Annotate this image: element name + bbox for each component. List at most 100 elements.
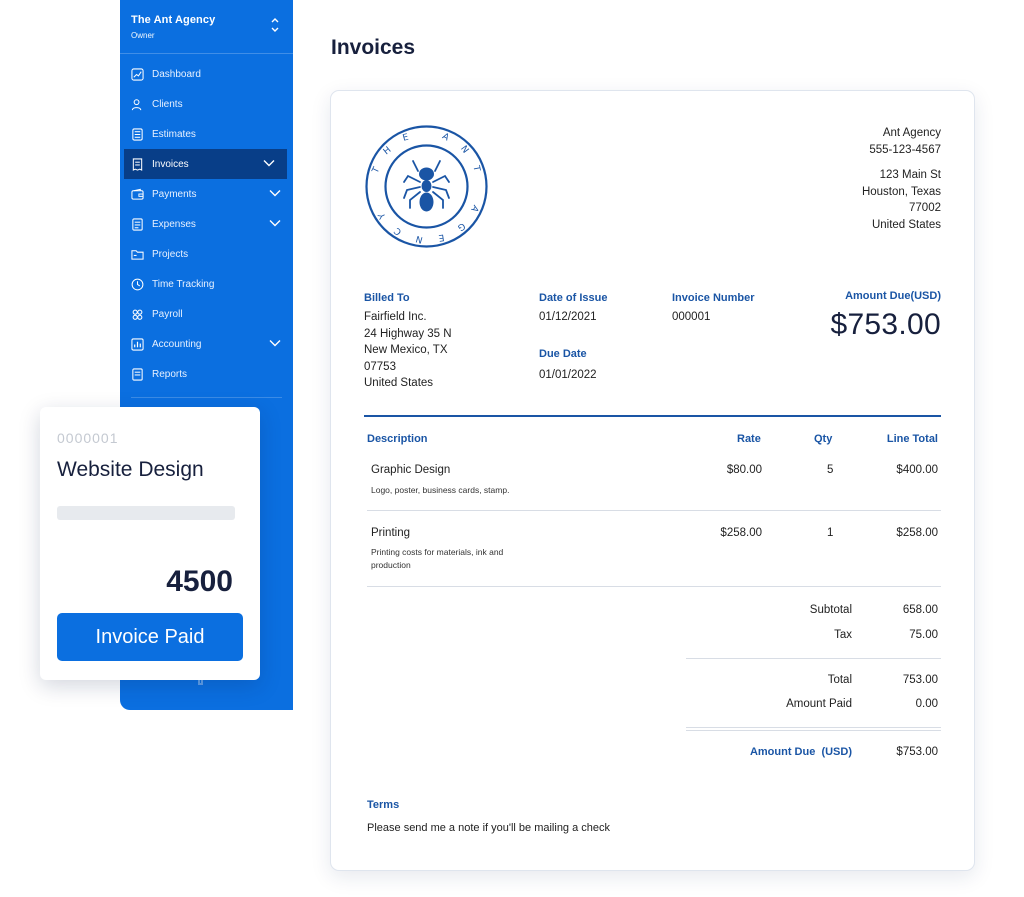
sidebar-item-dashboard[interactable]: Dashboard	[120, 59, 293, 89]
calculator-icon	[132, 127, 143, 141]
amount-paid-label: Amount Paid	[786, 698, 852, 710]
amount-due-value: $753.00	[830, 308, 941, 341]
invoice-document: THE ANT AGENCY Ant Agency 555-123-4567 1…	[330, 90, 975, 871]
chevron-down-icon[interactable]	[269, 339, 281, 347]
card-invoice-number: 0000001	[57, 430, 119, 446]
clock-icon	[131, 278, 144, 290]
date-of-issue-block: Date of Issue 01/12/2021	[539, 292, 607, 326]
column-header-description: Description	[367, 433, 428, 445]
line-item-note: Printing costs for materials, ink and pr…	[371, 547, 504, 570]
card-placeholder-bar	[57, 506, 235, 520]
sidebar-item-time-tracking[interactable]: Time Tracking	[120, 269, 293, 299]
invoice-paid-button[interactable]: Invoice Paid	[57, 613, 243, 661]
sidebar-item-label: Payments	[152, 188, 197, 200]
people-icon	[131, 98, 142, 110]
total-label: Total	[827, 674, 852, 686]
subtotal-label: Subtotal	[809, 604, 852, 616]
chevron-down-icon[interactable]	[263, 159, 275, 167]
line-item-qty: 5	[827, 464, 834, 476]
line-item-note: Logo, poster, business cards, stamp.	[371, 485, 510, 495]
sidebar-nav: Dashboard Clients Estimates Invoices Pay…	[120, 54, 293, 389]
invoice-number-label: Invoice Number	[672, 292, 755, 304]
line-item-total: $258.00	[896, 527, 938, 539]
line-item-qty: 1	[827, 527, 834, 539]
line-item-rate: $80.00	[726, 464, 762, 476]
chart-line-icon	[131, 67, 144, 81]
sidebar-item-expenses[interactable]: Expenses	[120, 209, 293, 239]
sidebar-item-projects[interactable]: Projects	[120, 239, 293, 269]
sidebar-item-label: Estimates	[152, 128, 196, 140]
subtotal-value: 658.00	[902, 604, 938, 616]
line-item-rate: $258.00	[720, 527, 762, 539]
company-zip: 77002	[909, 202, 941, 214]
summary-divider	[686, 730, 941, 731]
org-switcher[interactable]: The Ant Agency Owner	[120, 0, 293, 54]
org-name: The Ant Agency	[131, 14, 216, 26]
sidebar-item-label: Reports	[152, 368, 188, 380]
company-name: Ant Agency	[882, 127, 941, 139]
column-header-line-total: Line Total	[886, 433, 938, 445]
sidebar-item-label: Projects	[152, 248, 189, 260]
line-item-name: Graphic Design	[371, 464, 451, 476]
sidebar-item-label: Dashboard	[152, 68, 201, 80]
document-icon	[132, 217, 143, 231]
sidebar-item-label: Accounting	[152, 338, 202, 350]
sidebar-item-invoices[interactable]: Invoices	[124, 149, 287, 179]
total-value: 753.00	[902, 674, 938, 686]
chevron-down-icon[interactable]	[269, 219, 281, 227]
company-city: Houston, Texas	[861, 185, 941, 198]
column-header-qty: Qty	[814, 433, 833, 445]
chevron-down-icon[interactable]	[269, 189, 281, 197]
chevron-up-down-icon[interactable]	[270, 16, 280, 34]
column-header-rate: Rate	[737, 433, 761, 445]
row-divider	[367, 510, 941, 511]
client-name: Fairfield Inc.	[364, 311, 427, 323]
invoice-summary-card[interactable]: 0000001 Website Design 4500 Invoice Paid	[40, 407, 260, 680]
due-date-value: 01/01/2022	[539, 369, 597, 381]
report-icon	[132, 367, 143, 381]
sidebar-item-label: Expenses	[152, 218, 196, 230]
tax-label: Tax	[834, 629, 852, 641]
company-country: United States	[871, 218, 941, 231]
sidebar-item-clients[interactable]: Clients	[120, 89, 293, 119]
terms-label: Terms	[367, 799, 400, 811]
invoice-number-block: Invoice Number 000001	[672, 292, 755, 326]
card-amount: 4500	[166, 565, 233, 598]
terms-text: Please send me a note if you'll be maili…	[367, 822, 611, 834]
company-phone: 555-123-4567	[869, 143, 941, 156]
line-item-total: $400.00	[896, 464, 938, 476]
billed-to-label: Billed To	[364, 292, 410, 304]
sidebar-item-payroll[interactable]: Payroll	[120, 299, 293, 329]
team-icon	[132, 309, 143, 320]
date-of-issue-label: Date of Issue	[539, 292, 608, 304]
row-divider	[367, 586, 941, 587]
sidebar-item-payments[interactable]: Payments	[120, 179, 293, 209]
sidebar-item-estimates[interactable]: Estimates	[120, 119, 293, 149]
company-street: 123 Main St	[879, 169, 941, 181]
client-address-line: 24 Highway 35 N	[364, 327, 452, 340]
tax-value: 75.00	[909, 629, 938, 641]
header-divider	[364, 415, 941, 417]
line-item-name: Printing	[371, 527, 410, 539]
sidebar-item-reports[interactable]: Reports	[120, 359, 293, 389]
sidebar-item-label: Invoices	[152, 158, 189, 170]
sidebar-item-label: Time Tracking	[152, 278, 215, 290]
org-role: Owner	[131, 31, 155, 40]
page-title: Invoices	[331, 36, 416, 59]
amount-due-final-label: Amount Due (USD)	[749, 746, 852, 758]
receipt-icon	[132, 157, 143, 171]
sidebar-divider	[131, 397, 282, 398]
sidebar-item-accounting[interactable]: Accounting	[120, 329, 293, 359]
folder-icon	[131, 249, 144, 260]
wallet-icon	[131, 188, 144, 200]
due-date-label: Due Date	[539, 348, 587, 360]
bar-chart-icon	[131, 337, 144, 351]
summary-divider	[686, 727, 941, 728]
billed-to-block: Billed To Fairfield Inc. 24 Highway 35 N…	[364, 292, 452, 392]
company-address: Ant Agency 555-123-4567 123 Main St Hous…	[862, 125, 941, 233]
card-title: Website Design	[57, 458, 204, 481]
amount-paid-value: 0.00	[915, 698, 938, 710]
client-address-line: 07753	[364, 360, 396, 373]
amount-due-block: Amount Due(USD) $753.00	[830, 290, 941, 342]
amount-due-final-value: $753.00	[896, 746, 938, 758]
